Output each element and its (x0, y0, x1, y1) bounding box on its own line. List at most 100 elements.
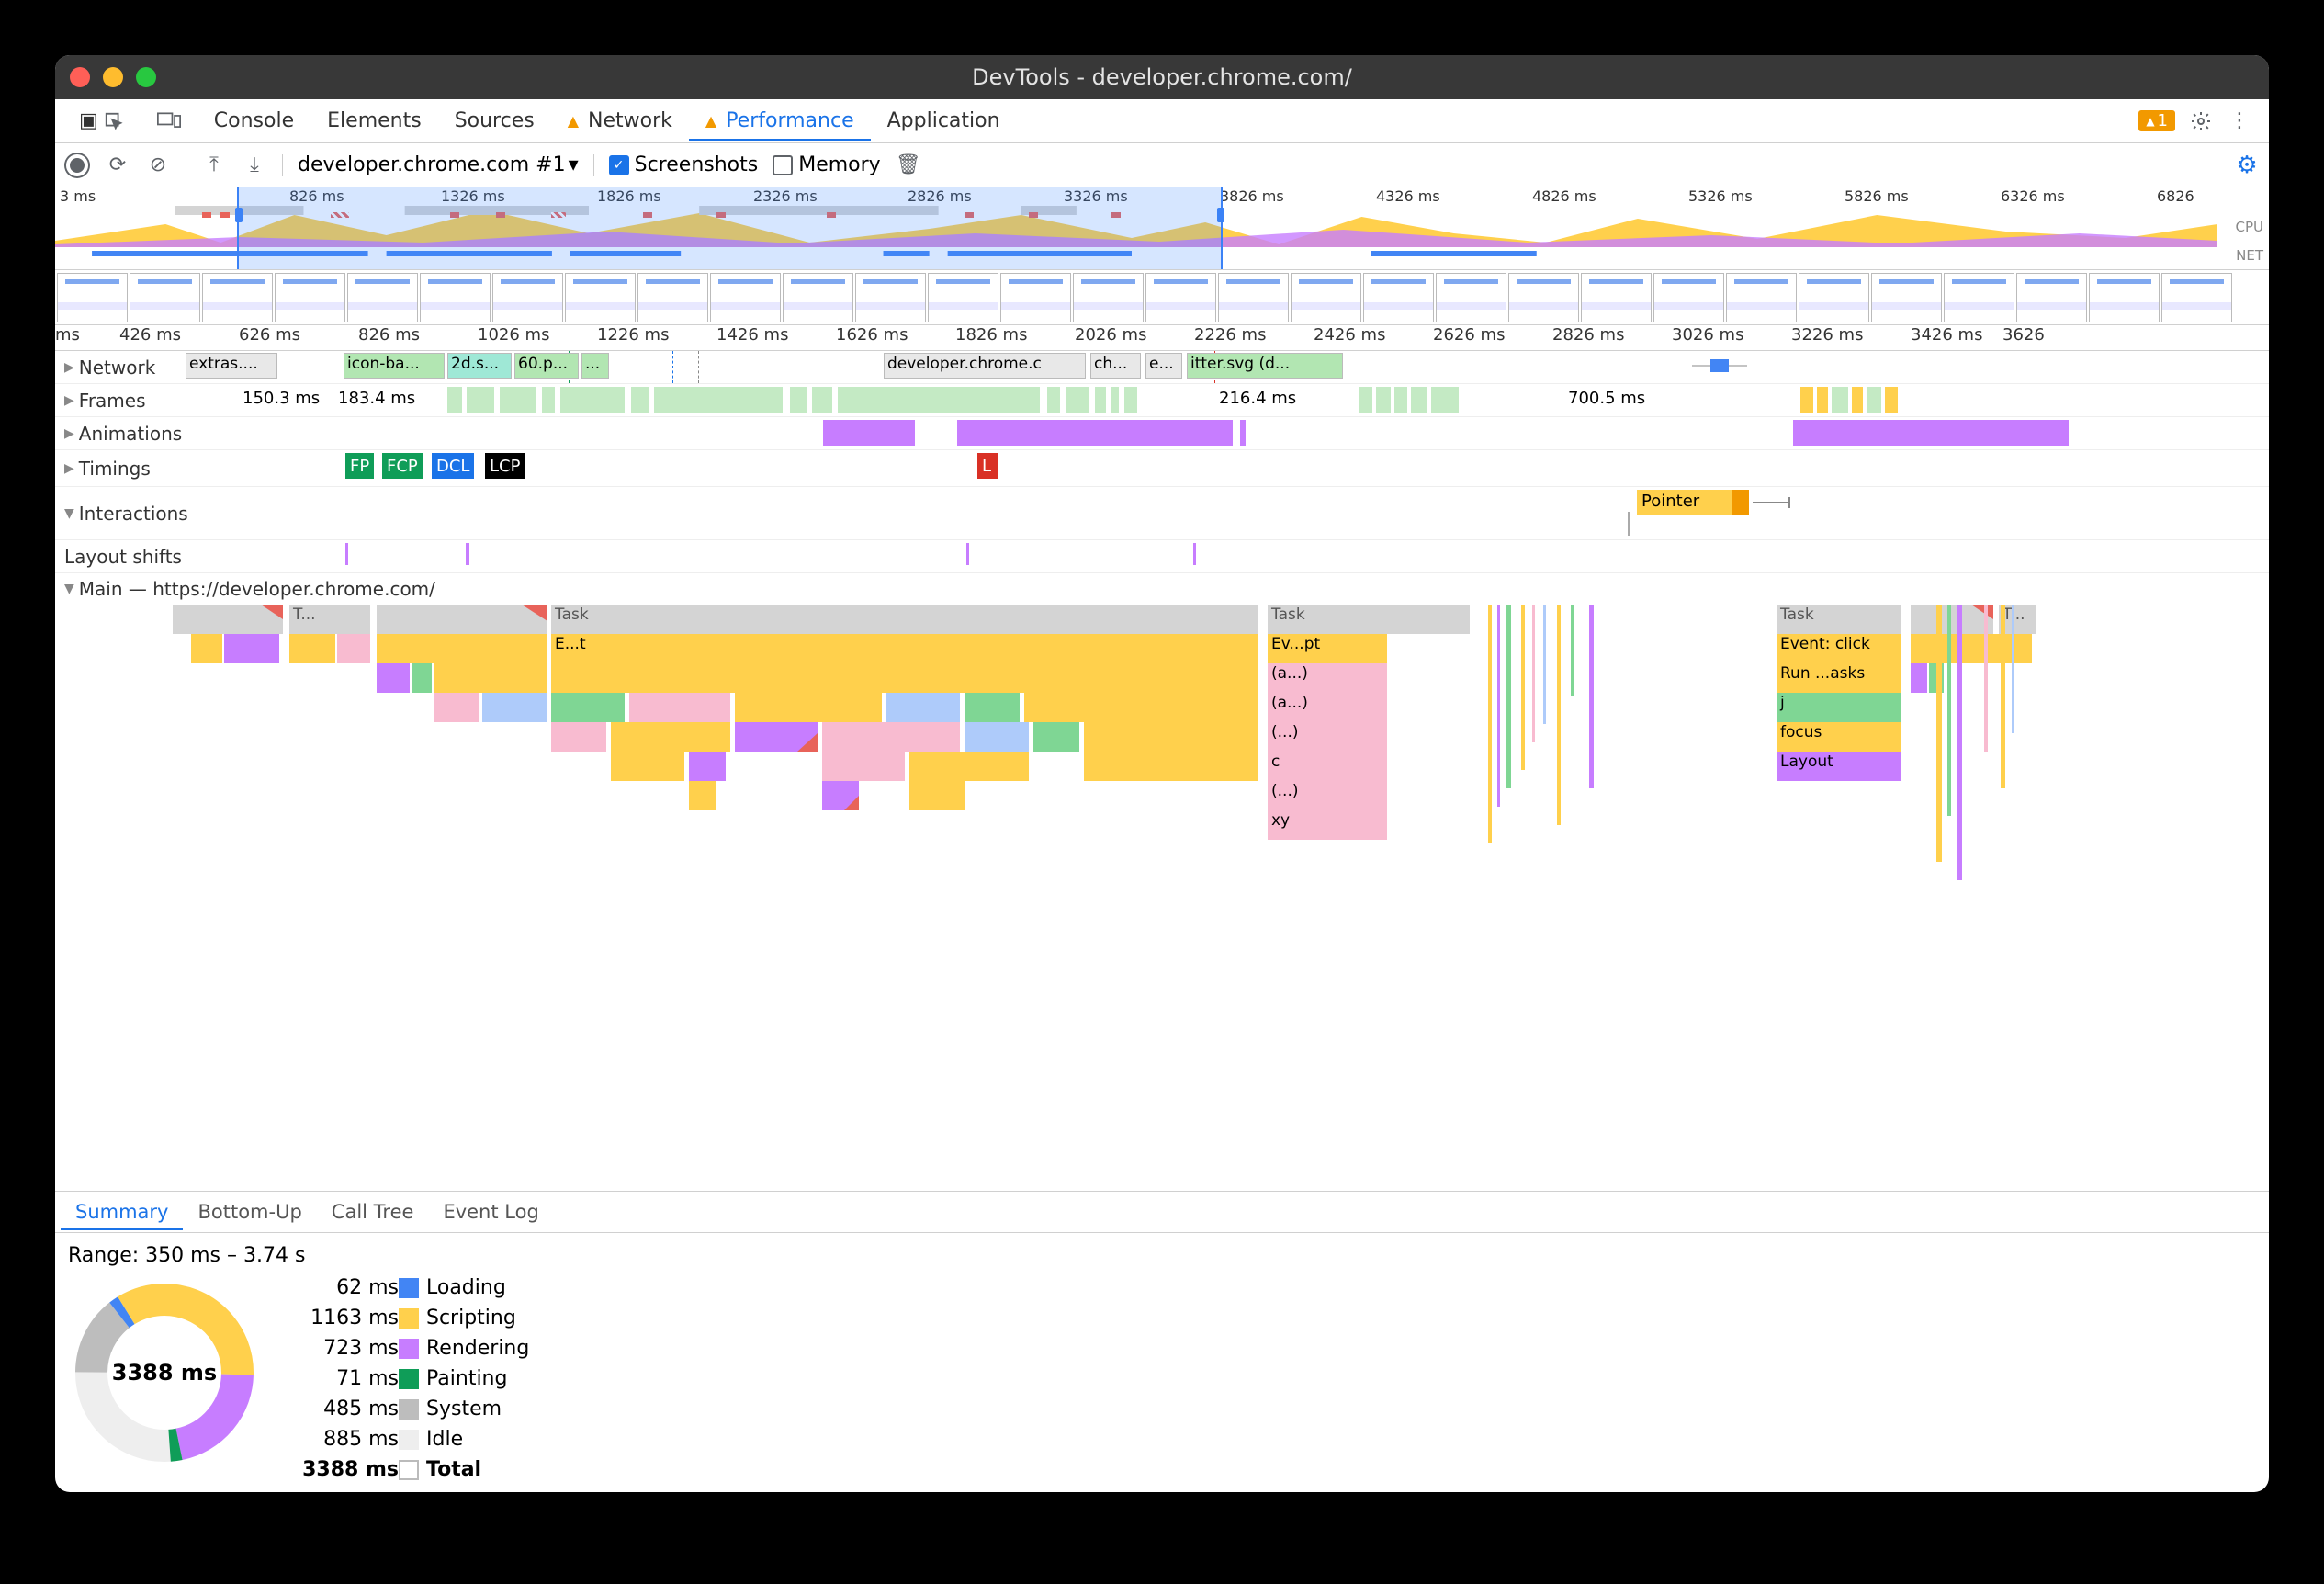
screenshot-thumb[interactable] (2016, 273, 2087, 322)
track-timings[interactable]: ▶Timings (55, 450, 287, 486)
total-center: 3388 ms (68, 1276, 261, 1469)
track-interactions[interactable]: ▼Interactions (55, 487, 287, 539)
download-icon[interactable]: ⤓ (242, 153, 267, 178)
net-request[interactable]: ch... (1090, 353, 1141, 379)
inspect-icon[interactable] (62, 100, 141, 141)
record-button[interactable] (64, 153, 90, 178)
titlebar: DevTools - developer.chrome.com/ (55, 55, 2269, 99)
task[interactable]: T... (289, 605, 370, 634)
task[interactable]: (...) (1268, 722, 1387, 752)
tab-summary[interactable]: Summary (61, 1194, 183, 1230)
screenshot-thumb[interactable] (1653, 273, 1724, 322)
task[interactable]: Task (1268, 605, 1470, 634)
overview-timeline[interactable]: 3 ms 826 ms 1326 ms 1826 ms 2326 ms 2826… (55, 187, 2269, 270)
tab-console[interactable]: Console (197, 100, 310, 141)
fp-marker[interactable]: FP (345, 453, 374, 479)
profile-dropdown[interactable]: developer.chrome.com #1▾ (298, 153, 579, 176)
tab-bottom-up[interactable]: Bottom-Up (183, 1194, 316, 1230)
upload-icon[interactable]: ⤒ (201, 153, 227, 178)
tab-elements[interactable]: Elements (310, 100, 438, 141)
net-request[interactable]: extras.... (186, 353, 277, 379)
interaction-pointer[interactable]: Pointer (1637, 490, 1749, 515)
task[interactable]: (...) (1268, 781, 1387, 810)
net-request[interactable]: developer.chrome.c (884, 353, 1086, 379)
screenshot-thumb[interactable] (492, 273, 563, 322)
task[interactable]: E...t (551, 634, 1258, 663)
summary-tabs: Summary Bottom-Up Call Tree Event Log (55, 1191, 2269, 1233)
reload-button[interactable]: ⟳ (105, 153, 130, 178)
tab-call-tree[interactable]: Call Tree (317, 1194, 429, 1230)
net-request[interactable]: icon-ba... (344, 353, 445, 379)
screenshot-thumb[interactable] (1436, 273, 1506, 322)
task[interactable]: xy (1268, 810, 1387, 840)
task[interactable]: Ev...pt (1268, 634, 1387, 663)
tab-event-log[interactable]: Event Log (428, 1194, 553, 1230)
fcp-marker[interactable]: FCP (382, 453, 423, 479)
screenshot-thumb[interactable] (1291, 273, 1361, 322)
summary-donut: 3388 ms (68, 1276, 261, 1469)
lcp-marker[interactable]: LCP (485, 453, 525, 479)
track-main[interactable]: ▼Main — https://developer.chrome.com/ (55, 573, 435, 605)
screenshot-thumb[interactable] (347, 273, 418, 322)
tab-application[interactable]: Application (871, 100, 1017, 141)
net-request[interactable]: itter.svg (d... (1187, 353, 1343, 379)
net-request[interactable]: 60.p... (514, 353, 579, 379)
screenshot-thumb[interactable] (1000, 273, 1071, 322)
overview-selection[interactable] (237, 187, 1223, 269)
screenshot-thumb[interactable] (1871, 273, 1942, 322)
flame-chart[interactable]: ms 426 ms 626 ms 826 ms 1026 ms 1226 ms … (55, 325, 2269, 1492)
range-label: Range: 350 ms – 3.74 s (68, 1244, 2256, 1267)
task[interactable]: (a...) (1268, 693, 1387, 722)
track-animations[interactable]: ▶Animations (55, 417, 287, 449)
device-icon[interactable] (141, 103, 197, 140)
screenshot-thumb[interactable] (130, 273, 200, 322)
track-layout-shifts[interactable]: Layout shifts (55, 540, 287, 572)
screenshot-thumb[interactable] (1073, 273, 1144, 322)
dcl-marker[interactable]: DCL (432, 453, 474, 479)
screenshot-thumb[interactable] (1508, 273, 1579, 322)
gc-icon[interactable]: 🗑 (896, 153, 921, 178)
screenshot-thumb[interactable] (2161, 273, 2232, 322)
devtools-window: DevTools - developer.chrome.com/ Console… (55, 55, 2269, 1492)
detail-ruler: ms 426 ms 626 ms 826 ms 1026 ms 1226 ms … (55, 325, 2269, 351)
screenshot-thumb[interactable] (420, 273, 491, 322)
screenshot-thumb[interactable] (1944, 273, 2014, 322)
tab-performance[interactable]: Performance (689, 100, 871, 141)
screenshot-thumb[interactable] (637, 273, 708, 322)
screenshot-thumb[interactable] (710, 273, 781, 322)
screenshot-thumb[interactable] (928, 273, 998, 322)
net-request[interactable]: e... (1145, 353, 1182, 379)
screenshots-checkbox[interactable]: ✓Screenshots (609, 153, 759, 176)
screenshot-thumb[interactable] (783, 273, 853, 322)
screenshot-thumb[interactable] (1363, 273, 1434, 322)
more-icon[interactable]: ⋮ (2227, 108, 2252, 134)
screenshot-thumb[interactable] (275, 273, 345, 322)
settings-gear-icon[interactable] (2188, 108, 2214, 134)
screenshot-thumb[interactable] (565, 273, 636, 322)
screenshot-thumb[interactable] (1726, 273, 1797, 322)
overview-labels: CPUNET (2217, 187, 2269, 269)
screenshot-thumb[interactable] (202, 273, 273, 322)
screenshot-thumb[interactable] (1145, 273, 1216, 322)
screenshot-thumb[interactable] (1799, 273, 1869, 322)
screenshot-thumb[interactable] (1581, 273, 1652, 322)
summary-legend: 62 msLoading 1163 msScripting 723 msRend… (298, 1276, 573, 1481)
tab-network[interactable]: Network (551, 100, 689, 141)
task[interactable] (377, 605, 547, 634)
task[interactable]: c (1268, 752, 1387, 781)
screenshot-thumb[interactable] (2089, 273, 2160, 322)
perf-settings-icon[interactable]: ⚙ (2234, 153, 2260, 178)
clear-button[interactable]: ⊘ (145, 153, 171, 178)
screenshot-thumb[interactable] (57, 273, 128, 322)
issues-badge[interactable]: 1 (2138, 110, 2175, 131)
filmstrip[interactable] (55, 270, 2269, 325)
screenshot-thumb[interactable] (855, 273, 926, 322)
l-marker[interactable]: L (977, 453, 998, 479)
tab-sources[interactable]: Sources (438, 100, 551, 141)
screenshot-thumb[interactable] (1218, 273, 1289, 322)
memory-checkbox[interactable]: Memory (773, 153, 880, 176)
task[interactable]: (a...) (1268, 663, 1387, 693)
net-request[interactable]: 2d.s... (447, 353, 512, 379)
task[interactable]: Task (551, 605, 1258, 634)
net-request[interactable]: ... (581, 353, 609, 379)
